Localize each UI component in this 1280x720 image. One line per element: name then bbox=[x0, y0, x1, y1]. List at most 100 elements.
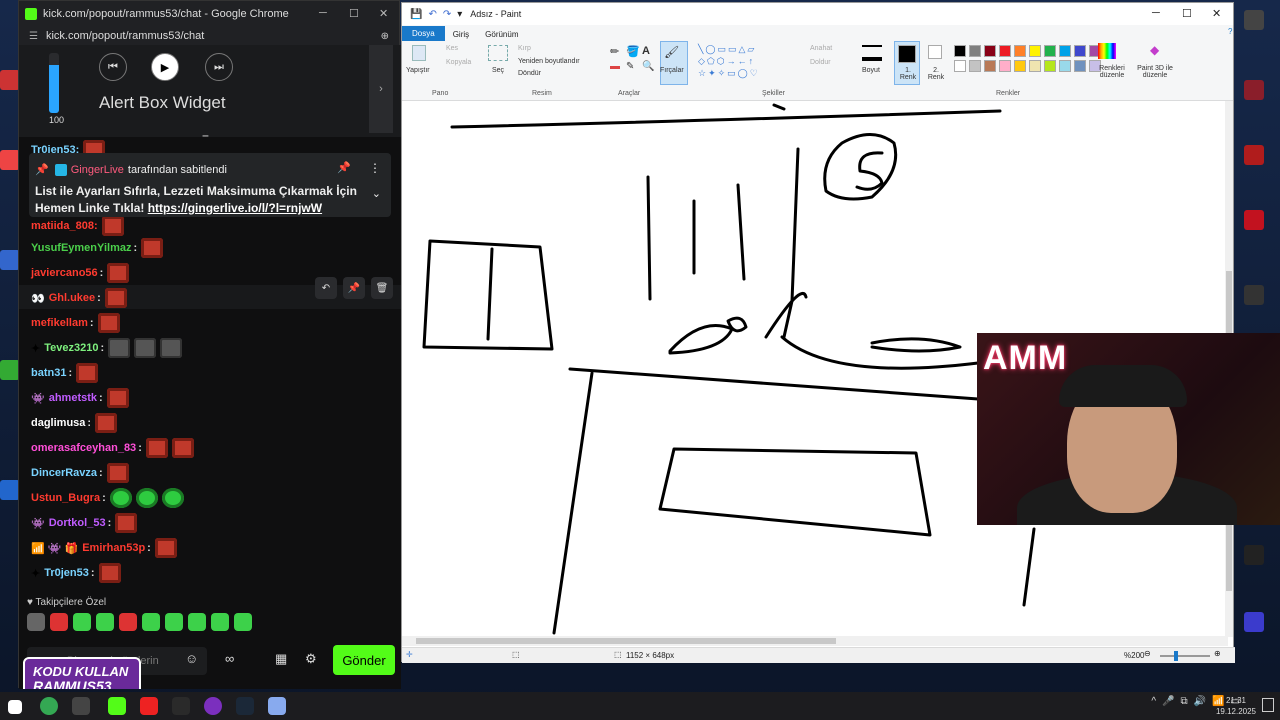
edit-colors-button[interactable]: Renkleri düzenle bbox=[1092, 65, 1132, 79]
palette-color-swatch[interactable] bbox=[1029, 60, 1041, 72]
paint3d-button[interactable]: Paint 3D ile düzenle bbox=[1134, 65, 1176, 79]
emoji-icon[interactable]: ☺ bbox=[185, 651, 198, 666]
emote[interactable] bbox=[188, 613, 206, 631]
emote[interactable] bbox=[211, 613, 229, 631]
palette-color-swatch[interactable] bbox=[999, 45, 1011, 57]
emote[interactable] bbox=[142, 613, 160, 631]
minimize-icon[interactable]: ─ bbox=[1152, 7, 1160, 19]
desktop-app-icon[interactable] bbox=[0, 70, 20, 90]
customize-quick-access-icon[interactable]: ▾ bbox=[457, 9, 462, 20]
resize-button[interactable]: Yeniden boyutlandır bbox=[518, 58, 580, 65]
more-options-icon[interactable]: ⋮ bbox=[369, 161, 381, 175]
chat-username[interactable]: DincerRavza bbox=[31, 467, 97, 479]
palette-color-swatch[interactable] bbox=[1074, 60, 1086, 72]
fill-button[interactable]: Doldur bbox=[810, 59, 831, 66]
palette-color-swatch[interactable] bbox=[969, 45, 981, 57]
unpin-icon[interactable]: 📌 bbox=[337, 161, 351, 174]
close-icon[interactable]: ✕ bbox=[379, 7, 388, 20]
chrome-taskbar-icon[interactable] bbox=[40, 697, 58, 715]
zoom-slider[interactable] bbox=[1160, 655, 1210, 657]
palette-color-swatch[interactable] bbox=[999, 60, 1011, 72]
reply-icon[interactable]: ↶ bbox=[315, 277, 337, 299]
pinned-link[interactable]: https://gingerlive.io/l/?l=rnjwW bbox=[148, 201, 322, 215]
palette-color-swatch[interactable] bbox=[1014, 60, 1026, 72]
undo-icon[interactable]: ↶ bbox=[428, 9, 436, 20]
taskbar-app-icon[interactable] bbox=[72, 697, 90, 715]
redo-icon[interactable]: ↷ bbox=[443, 9, 451, 20]
desktop-app-icon[interactable] bbox=[1244, 285, 1264, 305]
chat-username[interactable]: ahmetstk bbox=[49, 392, 97, 404]
desktop-app-icon[interactable] bbox=[1244, 145, 1264, 165]
chevron-down-icon[interactable]: ⌄ bbox=[372, 187, 381, 200]
desktop-app-icon[interactable] bbox=[0, 150, 20, 170]
emote[interactable] bbox=[50, 613, 68, 631]
volume-icon[interactable]: 🔊 bbox=[1194, 696, 1206, 707]
desktop-app-icon[interactable] bbox=[1244, 10, 1264, 30]
palette-color-swatch[interactable] bbox=[1029, 45, 1041, 57]
palette-color-swatch[interactable] bbox=[1074, 45, 1086, 57]
pinned-by-user[interactable]: GingerLive bbox=[71, 164, 124, 176]
clock[interactable]: 21:31 19.12.2025 bbox=[1216, 695, 1256, 717]
palette-color-swatch[interactable] bbox=[1059, 45, 1071, 57]
zoom-out-icon[interactable]: ⊖ bbox=[1144, 649, 1151, 658]
zoom-slider-thumb[interactable] bbox=[1174, 651, 1178, 661]
chrome-address-bar[interactable]: ☰ kick.com/popout/rammus53/chat ⊕ bbox=[19, 27, 399, 45]
palette-color-swatch[interactable] bbox=[1044, 60, 1056, 72]
emote[interactable] bbox=[73, 613, 91, 631]
desktop-app-icon[interactable] bbox=[1244, 80, 1264, 100]
palette-color-swatch[interactable] bbox=[1044, 45, 1056, 57]
maximize-icon[interactable]: ☐ bbox=[1182, 7, 1192, 20]
text-tool-icon[interactable]: A bbox=[642, 45, 650, 57]
tab-gorunum[interactable]: Görünüm bbox=[477, 28, 526, 41]
save-icon[interactable]: 💾 bbox=[410, 9, 422, 20]
start-windows-icon[interactable] bbox=[8, 700, 22, 714]
network-icon[interactable]: ⧉ bbox=[1181, 696, 1188, 707]
chat-username[interactable]: Emirhan53p bbox=[82, 542, 145, 554]
color-picker-icon[interactable]: ✎ bbox=[626, 61, 634, 72]
palette-color-swatch[interactable] bbox=[984, 60, 996, 72]
chat-username[interactable]: Ustun_Bugra bbox=[31, 492, 100, 504]
kick-taskbar-icon[interactable] bbox=[108, 697, 126, 715]
palette-color-swatch[interactable] bbox=[984, 45, 996, 57]
volume-slider[interactable] bbox=[49, 53, 59, 113]
paste-button[interactable]: Yapıştır bbox=[406, 67, 430, 74]
eraser-icon[interactable]: ▬ bbox=[610, 61, 620, 72]
shapes-gallery[interactable]: ╲◯▭▭△▱ ◇⬠⬡→←↑ ☆✦✧▭◯♡ bbox=[698, 43, 794, 79]
desktop-app-icon[interactable] bbox=[0, 480, 20, 500]
copy-button[interactable]: Kopyala bbox=[446, 59, 471, 66]
palette-color-swatch[interactable] bbox=[1059, 60, 1071, 72]
zoom-in-icon[interactable]: ⊕ bbox=[1214, 649, 1221, 658]
pin-message-icon[interactable]: 📌 bbox=[343, 277, 365, 299]
maximize-icon[interactable]: ☐ bbox=[349, 7, 359, 20]
settings-gear-icon[interactable]: ⚙ bbox=[305, 651, 317, 667]
desktop-app-icon[interactable] bbox=[0, 360, 20, 380]
emote[interactable] bbox=[96, 613, 114, 631]
pencil-icon[interactable]: ✏ bbox=[610, 45, 619, 58]
palette-color-swatch[interactable] bbox=[969, 60, 981, 72]
desktop-app-icon[interactable] bbox=[0, 250, 20, 270]
select-button[interactable]: Seç bbox=[492, 67, 504, 74]
cut-button[interactable]: Kes bbox=[446, 45, 458, 52]
previous-button[interactable]: ⏮ bbox=[99, 53, 127, 81]
palette-color-swatch[interactable] bbox=[954, 60, 966, 72]
emote[interactable] bbox=[165, 613, 183, 631]
select-icon[interactable] bbox=[488, 45, 508, 61]
crop-button[interactable]: Kırp bbox=[518, 45, 531, 52]
size-icon[interactable] bbox=[862, 45, 882, 61]
minimize-icon[interactable]: ─ bbox=[319, 7, 327, 19]
play-button[interactable]: ▶ bbox=[151, 53, 179, 81]
size-button[interactable]: Boyut bbox=[862, 67, 880, 74]
palette-color-swatch[interactable] bbox=[1014, 45, 1026, 57]
store-icon[interactable]: ▦ bbox=[275, 651, 287, 667]
outline-button[interactable]: Anahat bbox=[810, 45, 832, 52]
chat-username[interactable]: Ghl.ukee bbox=[49, 292, 95, 304]
delete-icon[interactable]: 🗑 bbox=[371, 277, 393, 299]
desktop-app-icon[interactable] bbox=[1244, 612, 1264, 632]
emote[interactable] bbox=[27, 613, 45, 631]
edit-colors-icon[interactable] bbox=[1098, 43, 1116, 59]
chat-username[interactable]: YusufEymenYilmaz bbox=[31, 242, 131, 254]
palette-color-swatch[interactable] bbox=[954, 45, 966, 57]
emote[interactable] bbox=[234, 613, 252, 631]
paint3d-icon[interactable]: ◆ bbox=[1150, 43, 1159, 57]
fill-icon[interactable]: 🪣 bbox=[626, 45, 640, 58]
